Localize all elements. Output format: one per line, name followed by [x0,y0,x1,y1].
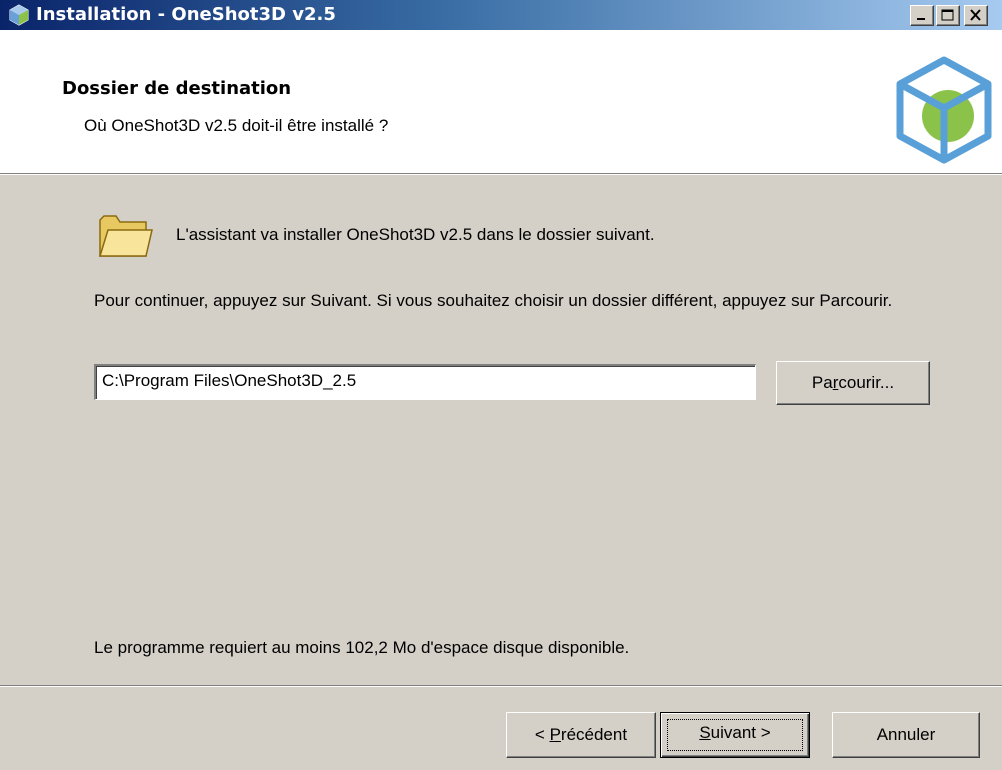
header-divider [0,173,1002,175]
next-button[interactable]: Suivant > [660,712,810,758]
installer-window: Installation - OneShot3D v2.5 Dossier de… [0,0,1002,770]
close-icon [970,9,981,21]
destination-path-input[interactable]: C:\Program Files\OneShot3D_2.5 [94,364,756,400]
focus-ring [667,719,803,751]
folder-icon [98,215,153,257]
browse-button[interactable]: Parcourir... [776,361,930,405]
page-subtitle: Où OneShot3D v2.5 doit-il être installé … [84,116,389,135]
intro-text: L'assistant va installer OneShot3D v2.5 … [176,225,655,244]
footer-divider [0,685,1002,687]
back-button[interactable]: < Précédent [506,712,656,758]
window-title: Installation - OneShot3D v2.5 [36,4,336,25]
title-bar[interactable]: Installation - OneShot3D v2.5 [0,0,1002,30]
page-title: Dossier de destination [62,78,292,99]
instructions-text: Pour continuer, appuyez sur Suivant. Si … [94,291,893,310]
maximize-icon [941,9,954,21]
minimize-button[interactable] [910,5,934,26]
installer-cube-icon [9,4,29,26]
cube-logo-icon [896,56,992,164]
cancel-button[interactable]: Annuler [832,712,980,758]
maximize-button[interactable] [936,5,960,26]
disk-space-text: Le programme requiert au moins 102,2 Mo … [94,638,630,657]
minimize-icon [917,18,925,20]
wizard-header: Dossier de destination Où OneShot3D v2.5… [0,30,1002,173]
close-button[interactable] [964,5,988,26]
